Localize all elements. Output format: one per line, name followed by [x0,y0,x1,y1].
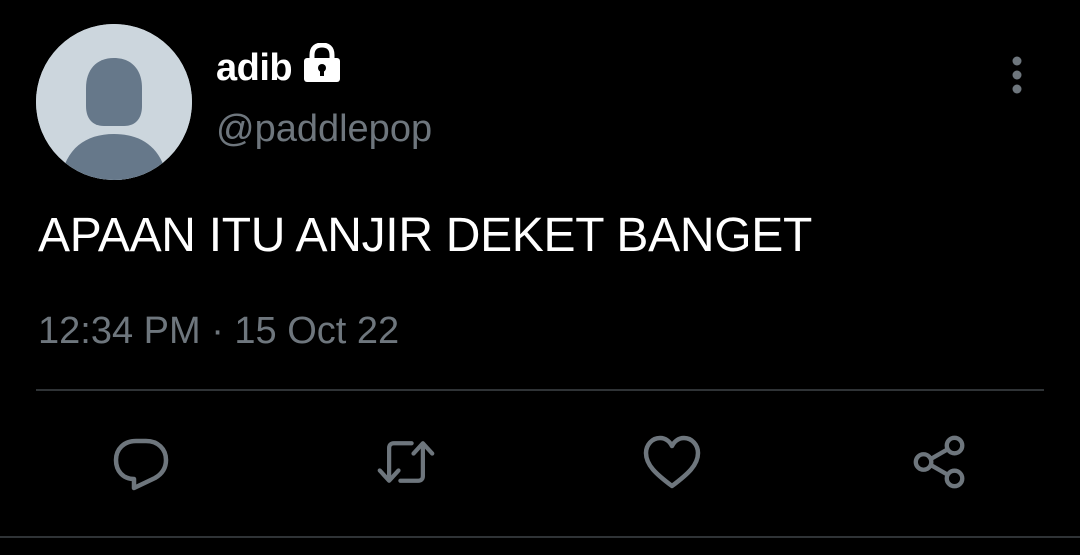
more-vertical-icon [1012,56,1022,94]
share-icon [913,435,965,489]
retweet-button[interactable] [376,432,436,492]
display-name-row[interactable]: adib [216,40,344,96]
retweet-icon [377,441,435,483]
bottom-divider [0,536,1080,538]
like-button[interactable] [642,432,702,492]
tweet-text: APAAN ITU ANJIR DEKET BANGET [38,209,812,262]
default-avatar-icon [36,24,192,180]
tweet-timestamp[interactable]: 12:34 PM · 15 Oct 22 [38,310,399,353]
heart-icon [643,435,701,489]
more-options-button[interactable] [996,52,1038,98]
user-handle[interactable]: @paddlepop [216,108,432,151]
lock-icon [300,41,344,88]
reply-button[interactable] [111,432,171,492]
tweet-detail: adib @paddlepop APAAN ITU ANJIR DEKET BA… [0,0,1080,555]
divider [36,389,1044,391]
display-name[interactable]: adib [216,47,293,90]
avatar[interactable] [36,24,192,180]
share-button[interactable] [910,432,970,492]
reply-icon [113,438,169,491]
